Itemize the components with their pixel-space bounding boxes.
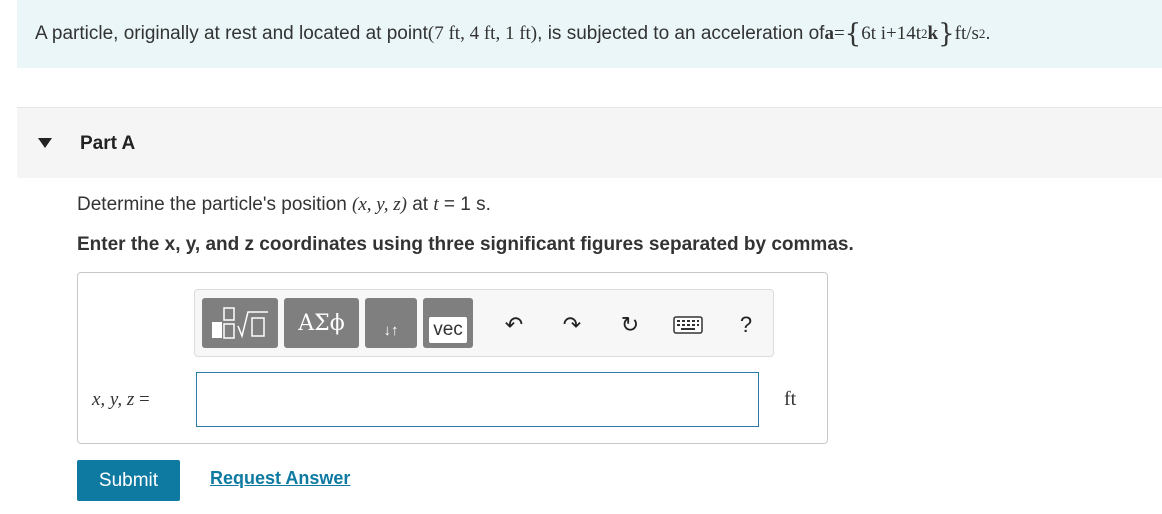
part-a-header[interactable]: Part A bbox=[17, 108, 1162, 178]
vector-button[interactable]: vec bbox=[423, 298, 473, 348]
reset-icon[interactable]: ↻ bbox=[615, 310, 645, 340]
keyboard-icon-svg bbox=[673, 316, 703, 334]
variables-label: x, y, z = bbox=[92, 389, 150, 411]
accel-i-term: 6t i bbox=[861, 23, 887, 44]
question-before: Determine the particle's position bbox=[77, 194, 353, 215]
collapse-caret-icon[interactable] bbox=[38, 138, 52, 148]
vec-label: vec bbox=[429, 317, 467, 343]
question-value: = 1 s. bbox=[438, 194, 491, 215]
accel-plus: + bbox=[886, 23, 897, 44]
question-text: Determine the particle's position (x, y,… bbox=[77, 194, 491, 216]
problem-text-before: A particle, originally at rest and locat… bbox=[35, 23, 428, 44]
instruction-text: Enter the x, y, and z coordinates using … bbox=[77, 234, 854, 255]
request-answer-link[interactable]: Request Answer bbox=[210, 468, 350, 489]
redo-icon[interactable]: ↷ bbox=[557, 310, 587, 340]
help-icon[interactable]: ? bbox=[731, 310, 761, 340]
problem-statement: A particle, originally at rest and locat… bbox=[17, 0, 1162, 68]
arrows-button[interactable]: ↓↑ bbox=[365, 298, 417, 348]
math-toolbar: ΑΣϕ ↓↑ vec ↶ ↷ ↻ ? bbox=[194, 289, 774, 357]
var-names: x, y, z bbox=[92, 389, 135, 410]
answer-area: ΑΣϕ ↓↑ vec ↶ ↷ ↻ ? x, y, z = ft bbox=[77, 272, 828, 444]
accel-k-coef: 14t bbox=[896, 23, 922, 44]
undo-icon[interactable]: ↶ bbox=[499, 310, 529, 340]
arrows-label: ↓↑ bbox=[383, 321, 399, 339]
question-at: at bbox=[406, 194, 434, 215]
problem-text-middle: , is subjected to an acceleration of bbox=[537, 23, 825, 44]
answer-input[interactable] bbox=[196, 372, 759, 427]
templates-button[interactable] bbox=[202, 298, 278, 348]
problem-end: . bbox=[985, 23, 991, 44]
right-brace: } bbox=[938, 19, 955, 49]
accel-units: ft/s bbox=[954, 23, 979, 44]
submit-button[interactable]: Submit bbox=[77, 460, 180, 501]
left-brace: { bbox=[844, 19, 862, 49]
keyboard-icon[interactable] bbox=[673, 310, 703, 340]
problem-point: (7 ft, 4 ft, 1 ft) bbox=[427, 23, 538, 44]
var-equals: = bbox=[138, 389, 150, 410]
templates-icon bbox=[212, 307, 268, 339]
greek-symbols-button[interactable]: ΑΣϕ bbox=[284, 298, 359, 348]
greek-label: ΑΣϕ bbox=[298, 310, 345, 336]
accel-equals: = bbox=[833, 23, 845, 44]
accel-k-unit: k bbox=[927, 23, 939, 44]
unit-label: ft bbox=[784, 388, 797, 410]
accel-symbol: a bbox=[824, 23, 834, 44]
part-title: Part A bbox=[80, 133, 136, 154]
question-vars: (x, y, z) bbox=[352, 194, 407, 215]
